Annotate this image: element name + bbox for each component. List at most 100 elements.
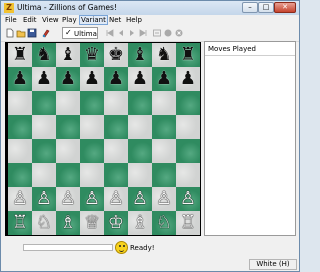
board-square[interactable] <box>32 115 56 139</box>
white-piece[interactable]: ♘ <box>32 211 56 235</box>
close-button[interactable]: ✕ <box>274 2 296 13</box>
white-piece[interactable]: ♙ <box>152 187 176 211</box>
black-piece[interactable]: ♟ <box>8 67 32 91</box>
board-square[interactable]: ♟ <box>104 67 128 91</box>
board-square[interactable] <box>104 163 128 187</box>
board-square[interactable]: ♗ <box>128 211 152 235</box>
black-piece[interactable]: ♝ <box>56 43 80 67</box>
board-square[interactable] <box>32 139 56 163</box>
black-piece[interactable]: ♟ <box>56 67 80 91</box>
board-square[interactable] <box>104 91 128 115</box>
board-square[interactable]: ♗ <box>56 211 80 235</box>
white-piece[interactable]: ♗ <box>56 211 80 235</box>
black-piece[interactable]: ♞ <box>152 43 176 67</box>
board-square[interactable]: ♟ <box>80 67 104 91</box>
board-square[interactable]: ♖ <box>176 211 200 235</box>
last-move-icon[interactable] <box>138 28 148 38</box>
board-square[interactable]: ♟ <box>128 67 152 91</box>
board-square[interactable] <box>56 91 80 115</box>
board-square[interactable] <box>8 115 32 139</box>
white-piece[interactable]: ♘ <box>152 211 176 235</box>
white-piece[interactable]: ♙ <box>128 187 152 211</box>
board-square[interactable]: ♙ <box>152 187 176 211</box>
black-piece[interactable]: ♟ <box>32 67 56 91</box>
board-square[interactable]: ♔ <box>104 211 128 235</box>
board-square[interactable]: ♙ <box>32 187 56 211</box>
board-square[interactable]: ♙ <box>8 187 32 211</box>
board-square[interactable]: ♙ <box>56 187 80 211</box>
board-square[interactable] <box>8 139 32 163</box>
white-piece[interactable]: ♕ <box>80 211 104 235</box>
black-piece[interactable]: ♞ <box>32 43 56 67</box>
board-square[interactable]: ♝ <box>56 43 80 67</box>
white-piece[interactable]: ♙ <box>32 187 56 211</box>
board-square[interactable]: ♟ <box>56 67 80 91</box>
white-piece[interactable]: ♖ <box>8 211 32 235</box>
board-square[interactable] <box>176 163 200 187</box>
board-square[interactable] <box>56 163 80 187</box>
board-square[interactable]: ♛ <box>80 43 104 67</box>
board-square[interactable]: ♟ <box>8 67 32 91</box>
undo-icon[interactable] <box>152 28 162 38</box>
menu-net[interactable]: Net <box>109 16 121 24</box>
board-square[interactable] <box>32 91 56 115</box>
menu-edit[interactable]: Edit <box>23 16 37 24</box>
board-square[interactable] <box>104 115 128 139</box>
board-square[interactable]: ♚ <box>104 43 128 67</box>
white-piece[interactable]: ♙ <box>104 187 128 211</box>
menu-play[interactable]: Play <box>62 16 77 24</box>
board-square[interactable] <box>56 115 80 139</box>
cancel-icon[interactable] <box>174 28 184 38</box>
first-move-icon[interactable] <box>105 28 115 38</box>
board-square[interactable] <box>128 115 152 139</box>
white-piece[interactable]: ♔ <box>104 211 128 235</box>
board-square[interactable] <box>80 163 104 187</box>
board-square[interactable]: ♟ <box>176 67 200 91</box>
board-square[interactable]: ♞ <box>32 43 56 67</box>
white-piece[interactable]: ♖ <box>176 211 200 235</box>
board-square[interactable] <box>32 163 56 187</box>
black-piece[interactable]: ♜ <box>176 43 200 67</box>
maximize-button[interactable]: □ <box>258 2 274 13</box>
board-square[interactable]: ♕ <box>80 211 104 235</box>
next-move-icon[interactable] <box>127 28 137 38</box>
black-piece[interactable]: ♜ <box>8 43 32 67</box>
black-piece[interactable]: ♟ <box>80 67 104 91</box>
board-square[interactable]: ♜ <box>8 43 32 67</box>
board-square[interactable] <box>152 115 176 139</box>
white-piece[interactable]: ♗ <box>128 211 152 235</box>
board-square[interactable] <box>152 91 176 115</box>
new-icon[interactable] <box>5 28 15 38</box>
board-square[interactable]: ♝ <box>128 43 152 67</box>
save-icon[interactable] <box>27 28 37 38</box>
black-piece[interactable]: ♟ <box>176 67 200 91</box>
board-square[interactable] <box>176 139 200 163</box>
board-square[interactable] <box>80 115 104 139</box>
board-square[interactable] <box>128 91 152 115</box>
black-piece[interactable]: ♝ <box>128 43 152 67</box>
board-square[interactable] <box>128 163 152 187</box>
board-square[interactable] <box>8 163 32 187</box>
stop-icon[interactable] <box>163 28 173 38</box>
board-square[interactable]: ♜ <box>176 43 200 67</box>
white-piece[interactable]: ♙ <box>176 187 200 211</box>
board-square[interactable] <box>176 91 200 115</box>
board-square[interactable] <box>56 139 80 163</box>
menu-view[interactable]: View <box>42 16 59 24</box>
menu-variant[interactable]: Variant <box>79 15 108 25</box>
previous-move-icon[interactable] <box>116 28 126 38</box>
zillions-app-icon[interactable]: Z <box>4 3 14 13</box>
board-square[interactable]: ♙ <box>176 187 200 211</box>
black-piece[interactable]: ♟ <box>104 67 128 91</box>
menu-help[interactable]: Help <box>126 16 142 24</box>
game-board[interactable]: ♜ ♞ ♝ ♛ ♚ ♝ ♞ ♜ ♟ ♟ ♟ ♟ ♟ ♟ ♟ ♟ ♙ ♙ ♙ ♙ ♙ ♙ ♙ ♙ ♖ ♘ ♗ ♕ ♔ ♗ ♘ ♖ <box>8 43 200 235</box>
black-piece[interactable]: ♟ <box>128 67 152 91</box>
board-square[interactable] <box>80 139 104 163</box>
board-square[interactable] <box>80 91 104 115</box>
open-icon[interactable] <box>16 28 26 38</box>
board-square[interactable] <box>152 139 176 163</box>
white-piece[interactable]: ♙ <box>8 187 32 211</box>
black-piece[interactable]: ♟ <box>152 67 176 91</box>
board-square[interactable] <box>104 139 128 163</box>
minimize-button[interactable]: – <box>242 2 258 13</box>
